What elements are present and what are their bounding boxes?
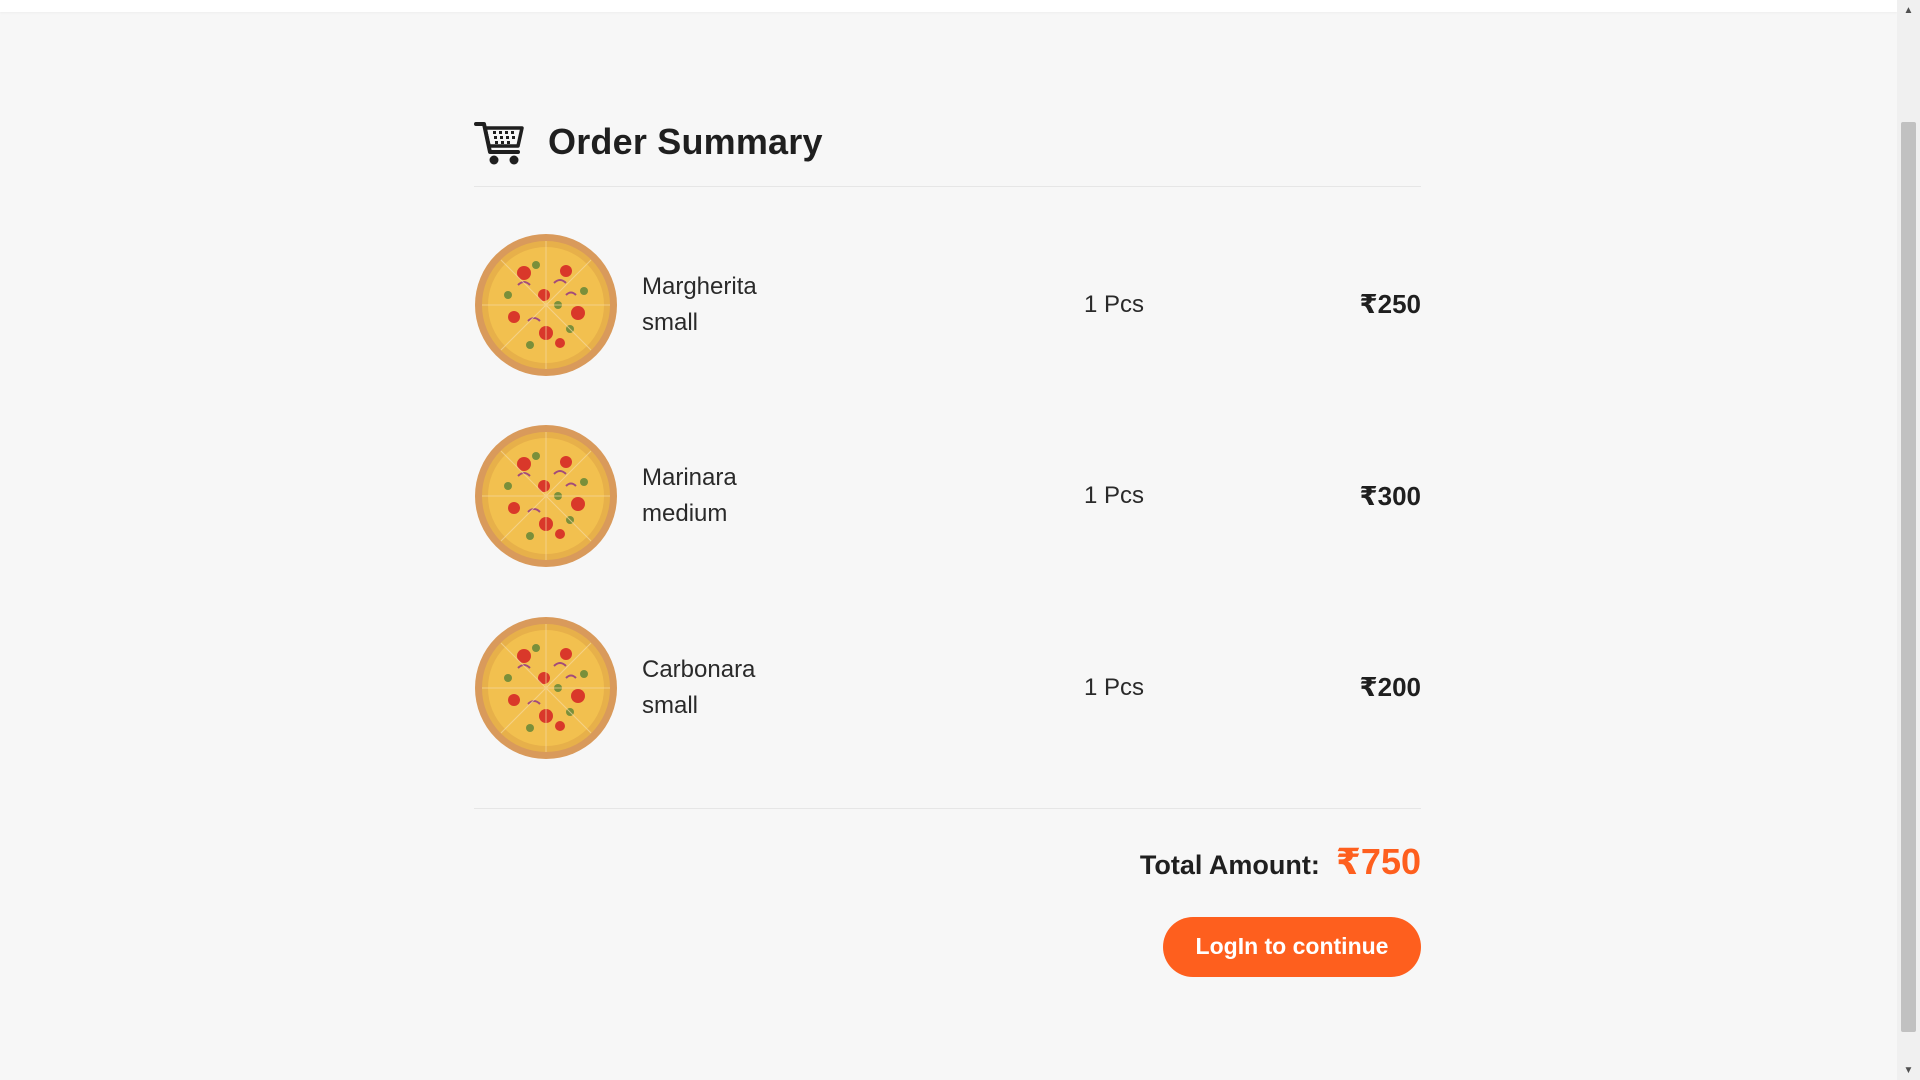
shopping-cart-icon	[474, 116, 526, 168]
item-size: medium	[642, 500, 728, 528]
total-label: Total Amount:	[1139, 849, 1320, 880]
item-name: Carbonara	[642, 655, 756, 683]
item-name: Marinara	[642, 464, 737, 492]
item-price: ₹200	[1359, 672, 1421, 703]
pizza-image	[475, 616, 617, 759]
item-quantity: 1 Pcs	[1084, 482, 1145, 510]
page-title: Order Summary	[548, 121, 823, 162]
item-quantity: 1 Pcs	[1084, 290, 1145, 318]
item-size: small	[642, 308, 699, 336]
button-row: LogIn to continue	[474, 916, 1421, 977]
item-name-block: Margherita small	[642, 269, 942, 341]
item-price: ₹250	[1359, 289, 1421, 320]
item-price: ₹300	[1359, 480, 1421, 511]
order-summary-header: Order Summary	[474, 102, 1421, 187]
order-item: Marinara medium 1 Pcs ₹300	[474, 401, 1421, 593]
scrollbar-thumb[interactable]	[1901, 122, 1916, 1032]
order-items-list: Margherita small 1 Pcs ₹250 Marinara med…	[474, 187, 1421, 809]
top-bar	[0, 0, 1897, 12]
total-value: ₹750	[1335, 840, 1421, 882]
item-size: small	[642, 691, 699, 719]
pizza-image	[475, 425, 617, 568]
order-item: Carbonara small 1 Pcs ₹200	[474, 592, 1421, 784]
item-name-block: Carbonara small	[642, 652, 942, 724]
item-quantity: 1 Pcs	[1084, 673, 1145, 701]
order-item: Margherita small 1 Pcs ₹250	[474, 209, 1421, 401]
item-name-block: Marinara medium	[642, 460, 942, 532]
item-name: Margherita	[642, 272, 757, 300]
scroll-down-arrow-icon[interactable]: ▼	[1897, 1060, 1920, 1080]
login-to-continue-button[interactable]: LogIn to continue	[1163, 916, 1421, 977]
total-row: Total Amount: ₹750	[474, 841, 1421, 883]
vertical-scrollbar[interactable]: ▲ ▼	[1897, 0, 1920, 1080]
pizza-image	[475, 233, 617, 376]
order-summary-panel: Order Summary Margherita small 1 Pcs ₹25…	[474, 102, 1421, 977]
scroll-up-arrow-icon[interactable]: ▲	[1897, 0, 1920, 20]
